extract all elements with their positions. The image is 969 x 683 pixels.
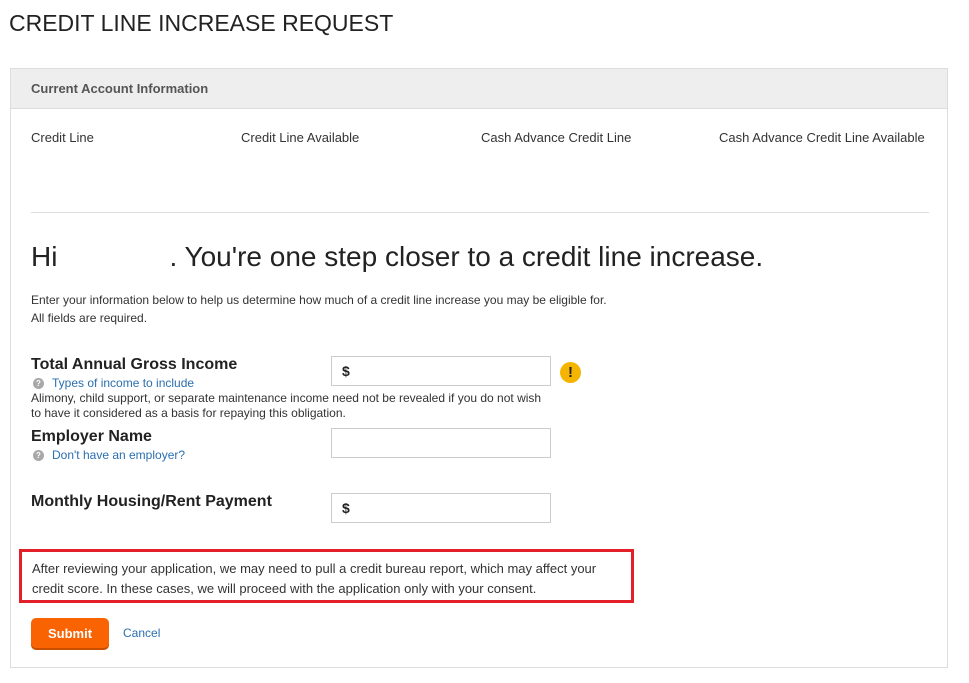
submit-button[interactable]: Submit (31, 618, 109, 648)
income-input[interactable] (349, 357, 550, 385)
intro-text: Enter your information below to help us … (31, 291, 607, 327)
cash-advance-available-label: Cash Advance Credit Line Available (719, 130, 925, 145)
credit-line-label: Credit Line (31, 130, 94, 145)
income-types-link[interactable]: ? Types of income to include (33, 376, 194, 390)
exclamation-icon: ! (560, 362, 581, 383)
income-field[interactable]: $ (331, 356, 551, 386)
account-info-row: Credit Line Credit Line Available Cash A… (11, 130, 947, 150)
employer-label: Employer Name (31, 428, 152, 445)
no-employer-link-label: Don't have an employer? (52, 448, 186, 462)
income-label: Total Annual Gross Income (31, 356, 238, 373)
housing-input[interactable] (349, 494, 550, 522)
intro-line: Enter your information below to help us … (31, 293, 607, 307)
greeting-prefix: Hi (31, 241, 58, 272)
credit-line-panel: Current Account Information Credit Line … (10, 68, 948, 668)
cash-advance-credit-line-label: Cash Advance Credit Line (481, 130, 632, 145)
greeting-message: . You're one step closer to a credit lin… (169, 241, 764, 272)
cancel-link[interactable]: Cancel (123, 626, 160, 640)
help-icon: ? (33, 449, 44, 461)
greeting-heading: Hi . You're one step closer to a credit l… (31, 241, 763, 273)
housing-label: Monthly Housing/Rent Payment (31, 493, 272, 510)
employer-field[interactable] (331, 428, 551, 458)
credit-line-available-label: Credit Line Available (241, 130, 360, 145)
credit-bureau-disclosure: After reviewing your application, we may… (19, 549, 634, 603)
section-divider (31, 212, 929, 213)
employer-input[interactable] (332, 429, 550, 457)
page-title: CREDIT LINE INCREASE REQUEST (9, 10, 394, 36)
housing-field[interactable]: $ (331, 493, 551, 523)
help-icon: ? (33, 377, 44, 389)
alimony-note: Alimony, child support, or separate main… (31, 391, 542, 420)
currency-prefix: $ (342, 500, 350, 516)
account-info-header: Current Account Information (11, 69, 947, 109)
income-types-link-label: Types of income to include (52, 376, 195, 390)
required-note: All fields are required. (31, 311, 148, 325)
currency-prefix: $ (342, 363, 350, 379)
no-employer-link[interactable]: ? Don't have an employer? (33, 448, 185, 462)
